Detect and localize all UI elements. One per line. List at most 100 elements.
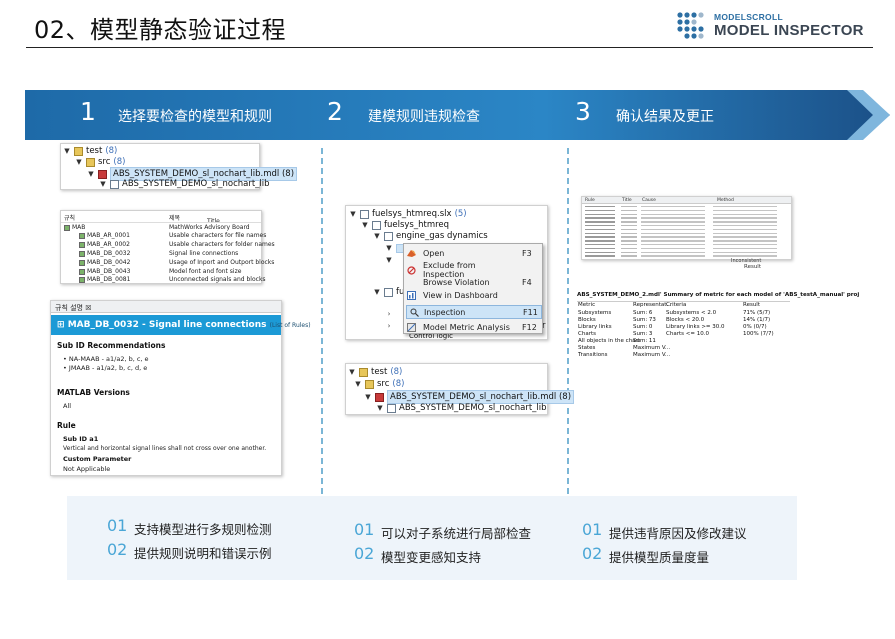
feature-number: 01: [107, 516, 128, 535]
menu-item-open[interactable]: Open F3: [404, 246, 540, 260]
feature-text: 可以对子系统进行局部检查: [381, 526, 532, 541]
tree-node-count: (5): [454, 209, 467, 219]
project-tree-panel-2: ▼ test (8) ▼ src (8) ▼ ABS_SYSTEM_DEMO_s…: [345, 363, 575, 415]
step-3-label: 确认结果及更正: [616, 109, 714, 125]
dashboard-icon: [407, 290, 416, 300]
expand-icon[interactable]: ›: [385, 308, 393, 320]
model-error-icon: [375, 392, 384, 402]
collapse-icon[interactable]: ▼: [361, 219, 369, 231]
violation-row[interactable]: [585, 244, 785, 246]
tree-node-collapsed[interactable]: ▼: [385, 254, 393, 266]
sub-id-bullet: • JMAAB - a1/a2, b, c, d, e: [63, 364, 148, 372]
violation-row[interactable]: [585, 240, 785, 242]
feature-summary: 01 支持模型进行多规则检测 02 提供规则说明和错误示例 01 可以对子系统进…: [67, 496, 797, 580]
column-header: Rule: [585, 198, 595, 203]
metric-cell: Library links: [578, 324, 612, 330]
violation-row[interactable]: [585, 209, 785, 212]
menu-item-inspection[interactable]: Inspection F11: [406, 305, 542, 319]
collapse-icon[interactable]: ▼: [75, 156, 83, 168]
logo-icon: [677, 12, 704, 39]
collapse-icon[interactable]: ▼: [354, 378, 362, 390]
step-1-label: 选择要检查的模型和规则: [118, 109, 272, 125]
menu-item-browse-violation[interactable]: Browse Violation F4: [404, 275, 540, 289]
violation-row[interactable]: [585, 221, 785, 223]
violation-row[interactable]: [585, 251, 785, 253]
collapse-icon[interactable]: ▼: [349, 208, 357, 220]
step-2-label: 建模规则违规检查: [368, 109, 480, 125]
rules-table-panel: 규칙 제목 Title MAB MathWorks Advisory Board…: [60, 210, 275, 284]
matlab-icon: [407, 249, 416, 257]
rule-row-id[interactable]: MAB_AR_0002: [79, 241, 130, 248]
metric-cell: Maximum V...: [633, 352, 671, 358]
metric-summary-table: ABS_SYSTEM_DEMO_2.mdl' Summary of metric…: [577, 292, 859, 362]
feature-text: 提供规则说明和错误示例: [134, 546, 272, 561]
column-header: Criteria: [666, 302, 687, 308]
violation-row[interactable]: [585, 236, 785, 238]
tree-node-expand[interactable]: ›: [385, 320, 393, 332]
menu-item-dashboard[interactable]: View in Dashboard: [404, 288, 540, 302]
tree-node-engine[interactable]: ▼ engine_gas dynamics: [373, 230, 488, 242]
violation-row[interactable]: [585, 255, 785, 257]
tree-node-src[interactable]: ▼ src (8): [354, 378, 404, 390]
collapse-icon[interactable]: ▼: [385, 242, 393, 254]
violation-row[interactable]: [585, 247, 785, 250]
project-tree-panel: ▼ test (8) ▼ src (8) ▼ ABS_SYSTEM_DEMO_s…: [60, 143, 298, 190]
violation-row[interactable]: [585, 232, 785, 234]
metric-cell: 0% (0/7): [743, 324, 767, 330]
column-header: Result: [743, 302, 760, 308]
logo-title: MODEL INSPECTOR: [714, 22, 864, 39]
rule-text: Vertical and horizontal signal lines sha…: [63, 445, 267, 452]
collapse-icon[interactable]: ▼: [99, 178, 107, 190]
rule-row-id[interactable]: MAB_DB_0081: [79, 276, 130, 283]
tree-node-lib-model[interactable]: ▼ ABS_SYSTEM_DEMO_sl_nochart_lib: [99, 178, 269, 190]
result-label: Result: [744, 264, 761, 270]
column-header: Title: [622, 198, 632, 203]
tree-node-label: src: [377, 379, 390, 389]
tree-node-lib-model[interactable]: ▼ ABS_SYSTEM_DEMO_sl_nochart_lib: [376, 402, 546, 414]
metric-cell: Sum: 73: [633, 317, 656, 323]
violation-row[interactable]: [585, 213, 785, 215]
tree-node-expand[interactable]: ›: [385, 308, 393, 320]
rule-group-mab[interactable]: MAB: [64, 224, 85, 231]
feature-number: 02: [107, 540, 128, 559]
collapse-icon[interactable]: ▼: [385, 254, 393, 266]
search-icon: [410, 308, 419, 317]
metric-cell: 100% (7/7): [743, 331, 774, 337]
collapse-icon[interactable]: ▼: [87, 168, 95, 180]
sub-id-heading: Sub ID Recommendations: [57, 341, 166, 350]
rule-row-id[interactable]: MAB_AR_0001: [79, 232, 130, 239]
metric-cell: Charts: [578, 331, 596, 337]
model-file-icon: [360, 209, 369, 219]
collapse-icon[interactable]: ▼: [63, 145, 71, 157]
metric-cell: 71% (5/7): [743, 310, 771, 316]
metric-cell: 14% (1/7): [743, 317, 771, 323]
violation-row[interactable]: [585, 228, 785, 231]
collapse-icon[interactable]: ▼: [376, 402, 384, 414]
metric-cell: Transitions: [578, 352, 608, 358]
collapse-icon[interactable]: ▼: [364, 391, 372, 403]
feature-text: 模型变更感知支持: [381, 550, 482, 565]
collapse-icon[interactable]: ▼: [373, 286, 381, 298]
tree-node-test[interactable]: ▼ test (8): [348, 366, 402, 378]
sub-id-bullet: • NA-MAAB - a1/a2, b, c, e: [63, 355, 149, 363]
violation-row[interactable]: [585, 217, 785, 219]
collapse-icon[interactable]: ▼: [348, 366, 356, 378]
column-header: Method: [717, 198, 734, 203]
expand-icon[interactable]: ›: [385, 320, 393, 332]
subsystem-icon: [384, 231, 393, 241]
feature-text: 支持模型进行多规则检测: [134, 522, 272, 537]
tree-node-fu[interactable]: ▼ fu: [373, 286, 404, 298]
metric-icon: [407, 322, 416, 332]
violation-row[interactable]: [585, 225, 785, 227]
menu-item-metric-analysis[interactable]: Model Metric Analysis F12: [404, 320, 540, 334]
metric-cell: Maximum V...: [633, 345, 671, 351]
rule-row-id[interactable]: MAB_DB_0042: [79, 259, 130, 266]
rule-row-title: Model font and font size: [169, 268, 242, 275]
rule-row-id[interactable]: MAB_DB_0032: [79, 250, 130, 257]
tab-rule-description[interactable]: 규칙 설명 ☒: [55, 303, 92, 313]
collapse-icon[interactable]: ▼: [373, 230, 381, 242]
rule-row-id[interactable]: MAB_DB_0043: [79, 268, 130, 275]
tree-node-label: engine_gas dynamics: [396, 231, 488, 241]
violation-row[interactable]: [585, 206, 785, 208]
matlab-versions-value: All: [63, 402, 72, 410]
